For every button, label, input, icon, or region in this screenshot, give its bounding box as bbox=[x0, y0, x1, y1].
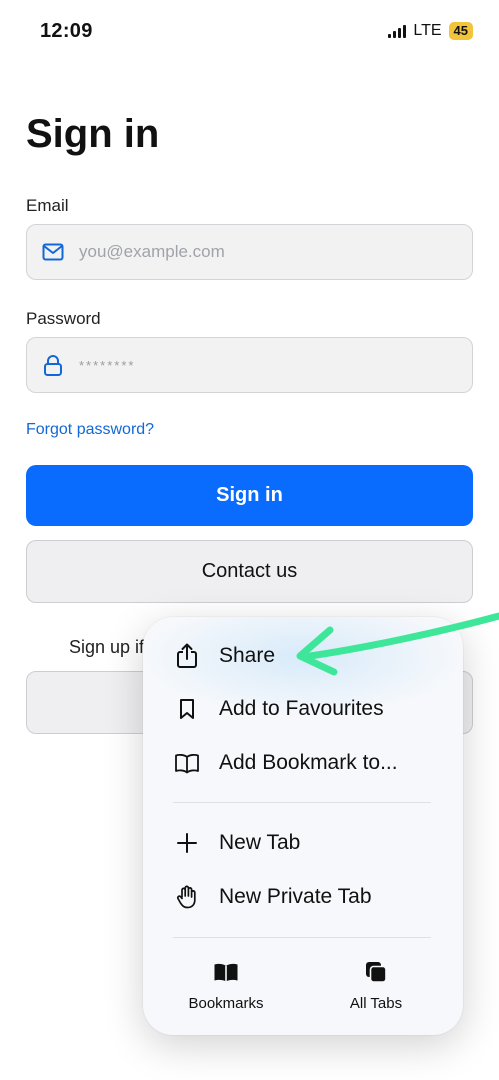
footer-label: Bookmarks bbox=[188, 995, 264, 1012]
menu-item-add-to-favourites[interactable]: Add to Favourites bbox=[143, 684, 463, 734]
page-title: Sign in bbox=[26, 112, 160, 156]
plus-icon bbox=[174, 830, 200, 856]
footer-label: All Tabs bbox=[349, 995, 403, 1012]
menu-item-label: Add Bookmark to... bbox=[219, 751, 398, 774]
footer-all-tabs-button[interactable]: All Tabs bbox=[311, 959, 441, 1019]
menu-item-label: New Private Tab bbox=[219, 885, 372, 908]
menu-divider bbox=[173, 802, 431, 803]
password-placeholder: ******** bbox=[79, 357, 136, 373]
signup-prompt: Sign up if bbox=[69, 637, 145, 657]
status-bar: 12:09 LTE 45 bbox=[0, 0, 499, 60]
mail-icon bbox=[42, 241, 64, 263]
status-indicators: LTE 45 bbox=[388, 22, 473, 40]
bookmark-icon bbox=[174, 696, 200, 722]
signal-icon bbox=[388, 24, 407, 38]
book-icon bbox=[174, 750, 200, 776]
email-label: Email bbox=[26, 196, 69, 215]
battery-icon: 45 bbox=[448, 22, 473, 40]
menu-item-add-bookmark[interactable]: Add Bookmark to... bbox=[143, 738, 463, 788]
menu-item-new-tab[interactable]: New Tab bbox=[143, 818, 463, 868]
network-type: LTE bbox=[413, 22, 442, 39]
bookmarks-icon bbox=[213, 959, 239, 985]
status-time: 12:09 bbox=[40, 20, 93, 42]
contact-us-button[interactable]: Contact us bbox=[26, 540, 473, 603]
share-icon bbox=[174, 643, 200, 669]
hand-icon bbox=[174, 884, 200, 910]
menu-item-label: Share bbox=[219, 644, 276, 667]
forgot-password-link[interactable]: Forgot password? bbox=[26, 421, 154, 439]
email-field[interactable]: you@example.com bbox=[26, 224, 473, 280]
password-field[interactable]: ******** bbox=[26, 337, 473, 393]
footer-bookmarks-button[interactable]: Bookmarks bbox=[161, 959, 291, 1019]
sign-in-button[interactable]: Sign in bbox=[26, 465, 473, 526]
menu-item-label: Add to Favourites bbox=[219, 697, 384, 720]
email-placeholder: you@example.com bbox=[79, 242, 225, 261]
browser-context-menu: Share Add to Favourites Add Bookmark to.… bbox=[143, 617, 463, 1035]
menu-item-label: New Tab bbox=[219, 831, 301, 854]
menu-item-new-private-tab[interactable]: New Private Tab bbox=[143, 872, 463, 922]
lock-icon bbox=[42, 354, 64, 376]
menu-divider bbox=[173, 937, 431, 938]
tabs-icon bbox=[363, 959, 389, 985]
menu-item-share[interactable]: Share bbox=[143, 631, 463, 681]
password-label: Password bbox=[26, 309, 101, 328]
